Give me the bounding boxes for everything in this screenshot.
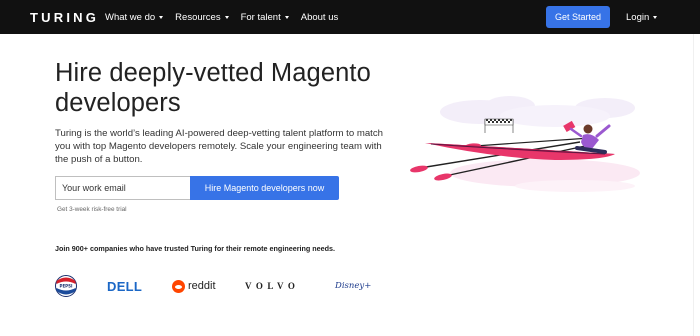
page-title: Hire deeply-vetted Magento developers xyxy=(55,59,371,117)
nav-item-label: About us xyxy=(300,12,339,23)
login-label: Login xyxy=(626,12,650,23)
get-started-button[interactable]: Get Started xyxy=(546,6,610,28)
chevron-down-icon xyxy=(284,16,289,19)
chevron-down-icon xyxy=(159,16,164,19)
chevron-down-icon xyxy=(224,16,229,19)
dell-logo: DELL xyxy=(107,278,143,294)
hire-developers-button[interactable]: Hire Magento developers now xyxy=(190,176,339,200)
rowing-illustration xyxy=(405,88,675,198)
page-scrollbar[interactable] xyxy=(693,34,700,336)
reddit-label: reddit xyxy=(188,280,216,292)
nav-item-label: Resources xyxy=(175,12,221,23)
turing-logo[interactable]: TURING xyxy=(30,10,99,25)
disney-plus-logo: Disney+ xyxy=(335,281,372,291)
nav-item-about-us[interactable]: About us xyxy=(301,12,339,23)
chevron-down-icon xyxy=(653,16,658,19)
nav-item-resources[interactable]: Resources xyxy=(175,12,229,23)
nav-item-for-talent[interactable]: For talent xyxy=(241,12,289,23)
login-menu[interactable]: Login xyxy=(626,12,658,23)
nav-item-label: What we do xyxy=(105,12,156,23)
volvo-logo: VOLVO xyxy=(245,281,300,291)
hero-description: Turing is the world’s leading AI-powered… xyxy=(55,128,383,166)
nav-menu: What we do Resources For talent About us xyxy=(105,12,350,23)
reddit-icon xyxy=(172,279,185,293)
client-logos: PEPSI DELL reddit VOLVO Disney+ xyxy=(55,274,385,298)
nav-item-what-we-do[interactable]: What we do xyxy=(105,12,164,23)
top-navbar: TURING What we do Resources For talent A… xyxy=(0,0,700,34)
nav-item-label: For talent xyxy=(240,12,281,23)
hire-form: Hire Magento developers now xyxy=(55,176,339,200)
pepsi-logo: PEPSI xyxy=(55,274,77,298)
reddit-logo: reddit xyxy=(172,274,216,298)
trial-note: Get 3-week risk-free trial xyxy=(57,206,127,213)
email-field[interactable] xyxy=(55,176,191,200)
trust-text: Join 900+ companies who have trusted Tur… xyxy=(55,244,336,253)
svg-text:PEPSI: PEPSI xyxy=(60,283,73,288)
